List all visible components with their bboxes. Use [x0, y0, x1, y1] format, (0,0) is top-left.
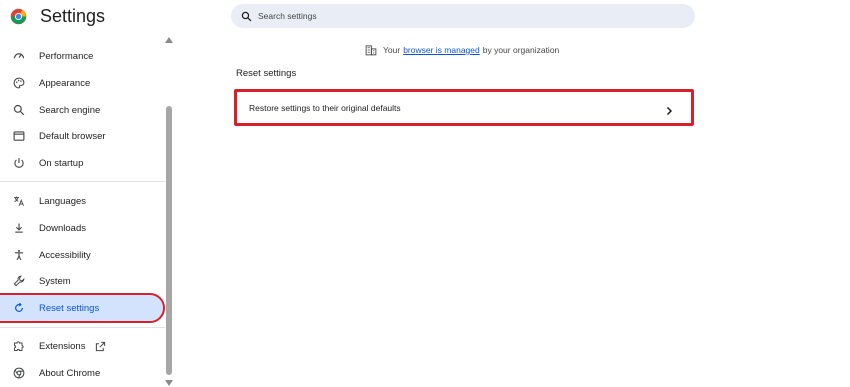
- sidebar-item-default-browser[interactable]: Default browser: [0, 123, 163, 149]
- sidebar-item-search-engine[interactable]: Search engine: [0, 97, 163, 123]
- sidebar-item-reset-settings[interactable]: Reset settings: [0, 293, 165, 323]
- sidebar-item-label: Default browser: [39, 130, 106, 142]
- restore-defaults-label: Restore settings to their original defau…: [249, 102, 401, 113]
- sidebar-item-label: Appearance: [39, 77, 91, 89]
- sidebar-item-label: Reset settings: [39, 302, 100, 314]
- sidebar-item-system[interactable]: System: [0, 268, 163, 294]
- search-icon: [239, 9, 253, 23]
- sidebar-item-label: About Chrome: [39, 367, 101, 379]
- sidebar-item-label: Languages: [39, 195, 87, 207]
- sidebar-item-label: On startup: [39, 157, 84, 169]
- restore-defaults-row[interactable]: Restore settings to their original defau…: [234, 89, 694, 126]
- scroll-up-arrow-icon[interactable]: [165, 36, 173, 44]
- extensions-icon: [13, 340, 25, 352]
- sidebar-item-label: System: [39, 275, 71, 287]
- browser-icon: [13, 130, 25, 142]
- section-title: Reset settings: [236, 68, 297, 79]
- sidebar-item-languages[interactable]: Languages: [0, 188, 163, 214]
- accessibility-icon: [13, 249, 25, 261]
- sidebar-item-downloads[interactable]: Downloads: [0, 215, 163, 241]
- managed-notice: Your browser is managed by your organiza…: [365, 43, 559, 57]
- chrome-icon: [13, 367, 25, 379]
- search-input[interactable]: [258, 11, 678, 21]
- sidebar-divider: [0, 327, 165, 328]
- sidebar-item-label: Performance: [39, 50, 94, 62]
- reset-icon: [13, 302, 25, 314]
- sidebar-item-label: Search engine: [39, 104, 101, 116]
- search-icon: [13, 104, 25, 116]
- sidebar-scrollbar-thumb[interactable]: [166, 106, 172, 375]
- sidebar-item-appearance[interactable]: Appearance: [0, 70, 163, 96]
- managed-prefix: Your: [383, 45, 401, 55]
- scroll-down-arrow-icon[interactable]: [165, 379, 173, 387]
- power-icon: [13, 157, 25, 169]
- browser-managed-link[interactable]: browser is managed: [403, 45, 480, 55]
- sidebar-item-on-startup[interactable]: On startup: [0, 150, 163, 176]
- sidebar-item-about-chrome[interactable]: About Chrome: [0, 360, 163, 386]
- sidebar-item-label: Extensions: [39, 340, 86, 352]
- search-box[interactable]: [231, 4, 695, 28]
- sidebar: Performance Appearance Search engine Def…: [0, 0, 175, 387]
- managed-suffix: by your organization: [482, 45, 560, 55]
- wrench-icon: [13, 275, 25, 287]
- translate-icon: [13, 195, 25, 207]
- chevron-right-icon: [664, 103, 674, 116]
- sidebar-item-label: Accessibility: [39, 249, 91, 261]
- performance-icon: [13, 50, 25, 62]
- sidebar-item-performance[interactable]: Performance: [0, 43, 163, 69]
- sidebar-item-accessibility[interactable]: Accessibility: [0, 242, 163, 268]
- open-in-new-icon: [95, 341, 106, 352]
- business-icon: [365, 44, 377, 56]
- sidebar-divider: [0, 181, 165, 182]
- sidebar-item-extensions[interactable]: Extensions: [0, 333, 163, 359]
- palette-icon: [13, 77, 25, 89]
- sidebar-item-label: Downloads: [39, 222, 86, 234]
- download-icon: [13, 222, 25, 234]
